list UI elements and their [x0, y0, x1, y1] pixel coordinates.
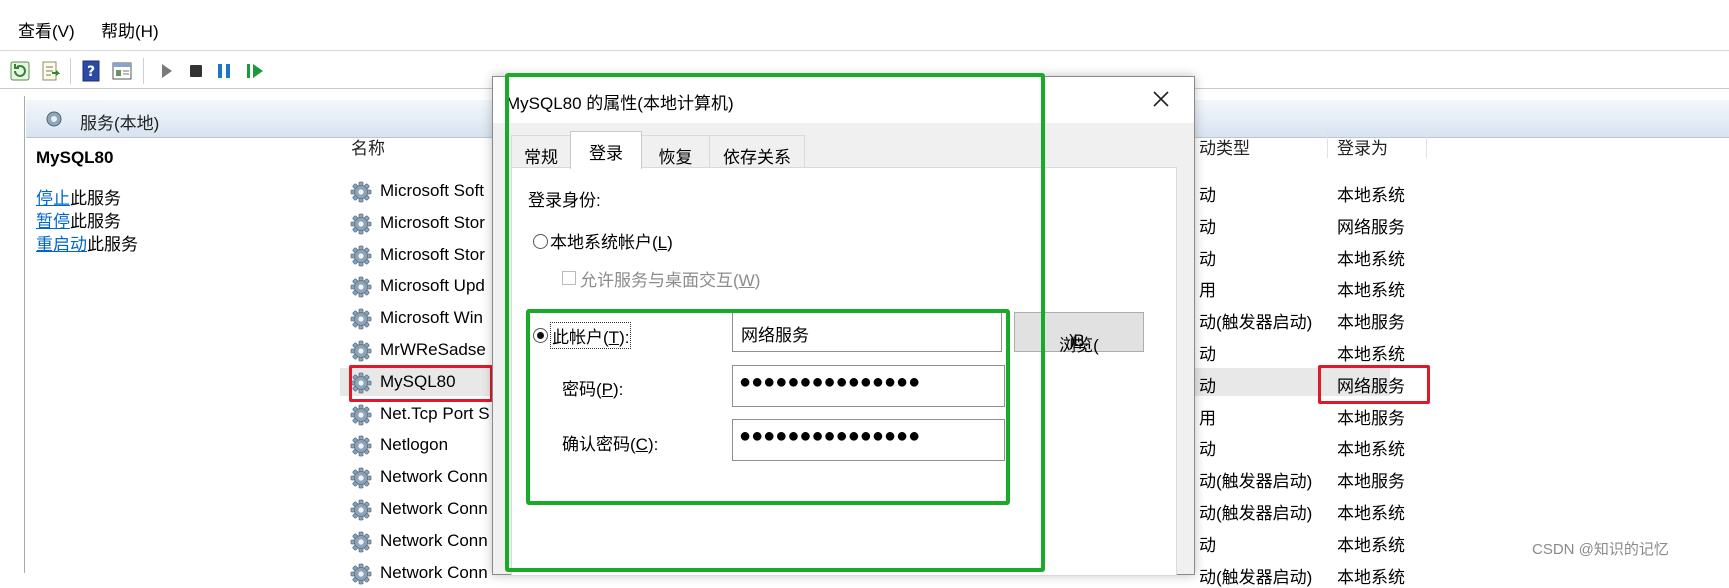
help-icon[interactable]: ?: [80, 60, 102, 82]
service-name: Net.Tcp Port S: [380, 403, 490, 423]
column-header-logon-as[interactable]: 登录为: [1337, 134, 1388, 159]
selected-service-title: MySQL80: [36, 148, 114, 167]
service-name: Network Conn: [380, 499, 488, 518]
column-header-startup-type[interactable]: 动类型: [1199, 134, 1250, 159]
service-startup-type: 动: [1199, 249, 1216, 269]
refresh-icon[interactable]: [9, 60, 31, 82]
restart-link-suffix: 此服务: [87, 235, 138, 254]
pause-service-icon[interactable]: [213, 60, 235, 82]
service-startup-type: 动: [1199, 535, 1216, 555]
export-list-icon[interactable]: [40, 60, 62, 82]
gear-icon: [350, 531, 372, 553]
service-logon-as: 本地服务: [1337, 408, 1405, 428]
properties-icon[interactable]: [111, 60, 133, 82]
service-name: Microsoft Soft: [380, 181, 484, 200]
close-icon[interactable]: [1147, 85, 1175, 113]
service-name: Network Conn: [380, 530, 488, 550]
gear-icon: [350, 245, 372, 266]
gear-icon: [350, 213, 372, 235]
menu-bar: 查看(V) 帮助(H): [0, 14, 1729, 46]
service-startup-type: 动: [1199, 345, 1216, 364]
gear-icon: [350, 340, 372, 362]
menu-view[interactable]: 查看(V): [18, 22, 75, 42]
service-logon-as: 本地系统: [1337, 345, 1405, 364]
toolbar-separator: [143, 58, 144, 84]
column-header-name[interactable]: 名称: [351, 134, 385, 159]
pause-service-action: 暂停此服务: [36, 211, 121, 233]
service-logon-as: 网络服务: [1337, 217, 1405, 237]
service-name: Microsoft Stor: [380, 212, 485, 232]
gear-icon: [350, 435, 372, 457]
service-logon-as: 本地系统: [1337, 249, 1405, 269]
service-startup-type: 动: [1199, 440, 1216, 460]
header-title: 服务(本地): [80, 114, 160, 133]
stop-service-action: 停止此服务: [36, 188, 121, 210]
service-logon-as: 本地系统: [1337, 186, 1405, 205]
service-startup-type: 动: [1199, 186, 1216, 205]
service-startup-type: 动: [1199, 376, 1216, 396]
service-logon-as: 本地服务: [1337, 313, 1405, 333]
gear-icon: [350, 308, 372, 330]
stop-service-icon[interactable]: [185, 60, 207, 82]
gear-icon: [350, 404, 372, 425]
service-name: Microsoft Win: [380, 308, 483, 328]
toolbar-separator: [70, 58, 71, 84]
column-separator: [1426, 128, 1427, 158]
service-startup-type: 动(触发器启动): [1199, 313, 1313, 333]
divider: [0, 50, 1729, 51]
console-tree-pane: [0, 96, 25, 573]
restart-link[interactable]: 重启动: [36, 235, 87, 254]
service-logon-as: 本地系统: [1337, 567, 1405, 587]
service-logon-as: 本地服务: [1337, 472, 1405, 492]
service-logon-as: 本地系统: [1337, 281, 1405, 301]
watermark: CSDN @知识的记忆: [1532, 541, 1669, 558]
stop-link[interactable]: 停止: [36, 189, 70, 208]
pause-link-suffix: 此服务: [70, 212, 121, 231]
gear-icon: [350, 499, 372, 521]
service-name: Netlogon: [380, 435, 449, 455]
start-service-icon[interactable]: [156, 60, 178, 82]
red-highlight-network-service: [1318, 365, 1430, 404]
service-startup-type: 动(触发器启动): [1199, 472, 1313, 492]
service-startup-type: 动: [1199, 217, 1216, 237]
service-startup-type: 动(触发器启动): [1199, 567, 1313, 587]
service-startup-type: 用: [1199, 281, 1216, 301]
resume-service-icon[interactable]: [244, 60, 266, 82]
service-logon-as: 本地系统: [1337, 504, 1405, 523]
green-highlight-account: [526, 309, 1010, 505]
description-pane: MySQL80 停止此服务 暂停此服务 重启动此服务: [26, 138, 336, 573]
service-name: Microsoft Upd: [380, 276, 485, 296]
pause-link[interactable]: 暂停: [36, 212, 70, 231]
service-logon-as: 本地系统: [1337, 535, 1405, 555]
service-name: Network Conn: [380, 467, 488, 487]
gear-icon: [350, 563, 372, 584]
svg-text:?: ?: [87, 64, 95, 80]
gear-icon: [46, 111, 62, 127]
gear-icon: [350, 181, 372, 203]
service-startup-type: 动(触发器启动): [1199, 504, 1313, 523]
gear-icon: [350, 467, 372, 489]
red-highlight-mysql80: [349, 365, 493, 402]
gear-icon: [350, 276, 372, 298]
properties-dialog: MySQL80 的属性(本地计算机) 常规 登录 恢复 依存关系 登录身份: 本…: [492, 73, 1195, 576]
menu-help[interactable]: 帮助(H): [101, 22, 159, 42]
tab-logon[interactable]: 登录: [570, 131, 642, 169]
service-startup-type: 用: [1199, 408, 1216, 428]
service-name: MrWReSadse: [380, 340, 486, 359]
restart-service-action: 重启动此服务: [36, 234, 138, 256]
stop-link-suffix: 此服务: [70, 189, 121, 208]
service-logon-as: 本地系统: [1337, 440, 1405, 460]
service-name: Microsoft Stor: [380, 244, 485, 264]
column-separator: [1327, 128, 1328, 158]
